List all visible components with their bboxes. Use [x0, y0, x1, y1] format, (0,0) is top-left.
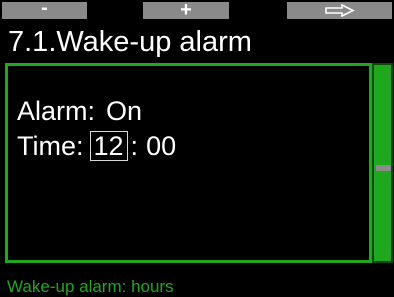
plus-button-label: + [180, 0, 192, 21]
alarm-row: Alarm: On [17, 96, 142, 126]
page-title: 7.1.Wake-up alarm [8, 26, 252, 58]
hours-field[interactable]: 12 [89, 131, 128, 161]
alarm-value[interactable]: On [106, 96, 142, 126]
time-separator: : [130, 131, 139, 161]
time-label: Time: [17, 131, 84, 161]
time-row: Time: 12:00 [17, 131, 176, 161]
alarm-label: Alarm: [17, 96, 96, 126]
scrollbar[interactable] [372, 63, 393, 263]
plus-button[interactable]: + [143, 0, 229, 21]
minus-button-label: - [41, 0, 48, 19]
minutes-field[interactable]: 00 [146, 131, 176, 161]
minus-button[interactable]: - [2, 0, 87, 19]
scrollbar-thumb[interactable] [376, 165, 391, 171]
arrow-right-outline-icon [324, 4, 355, 17]
next-button[interactable] [287, 2, 392, 19]
settings-panel: Alarm: On Time: 12:00 [5, 63, 372, 263]
status-text: Wake-up alarm: hours [7, 277, 174, 296]
